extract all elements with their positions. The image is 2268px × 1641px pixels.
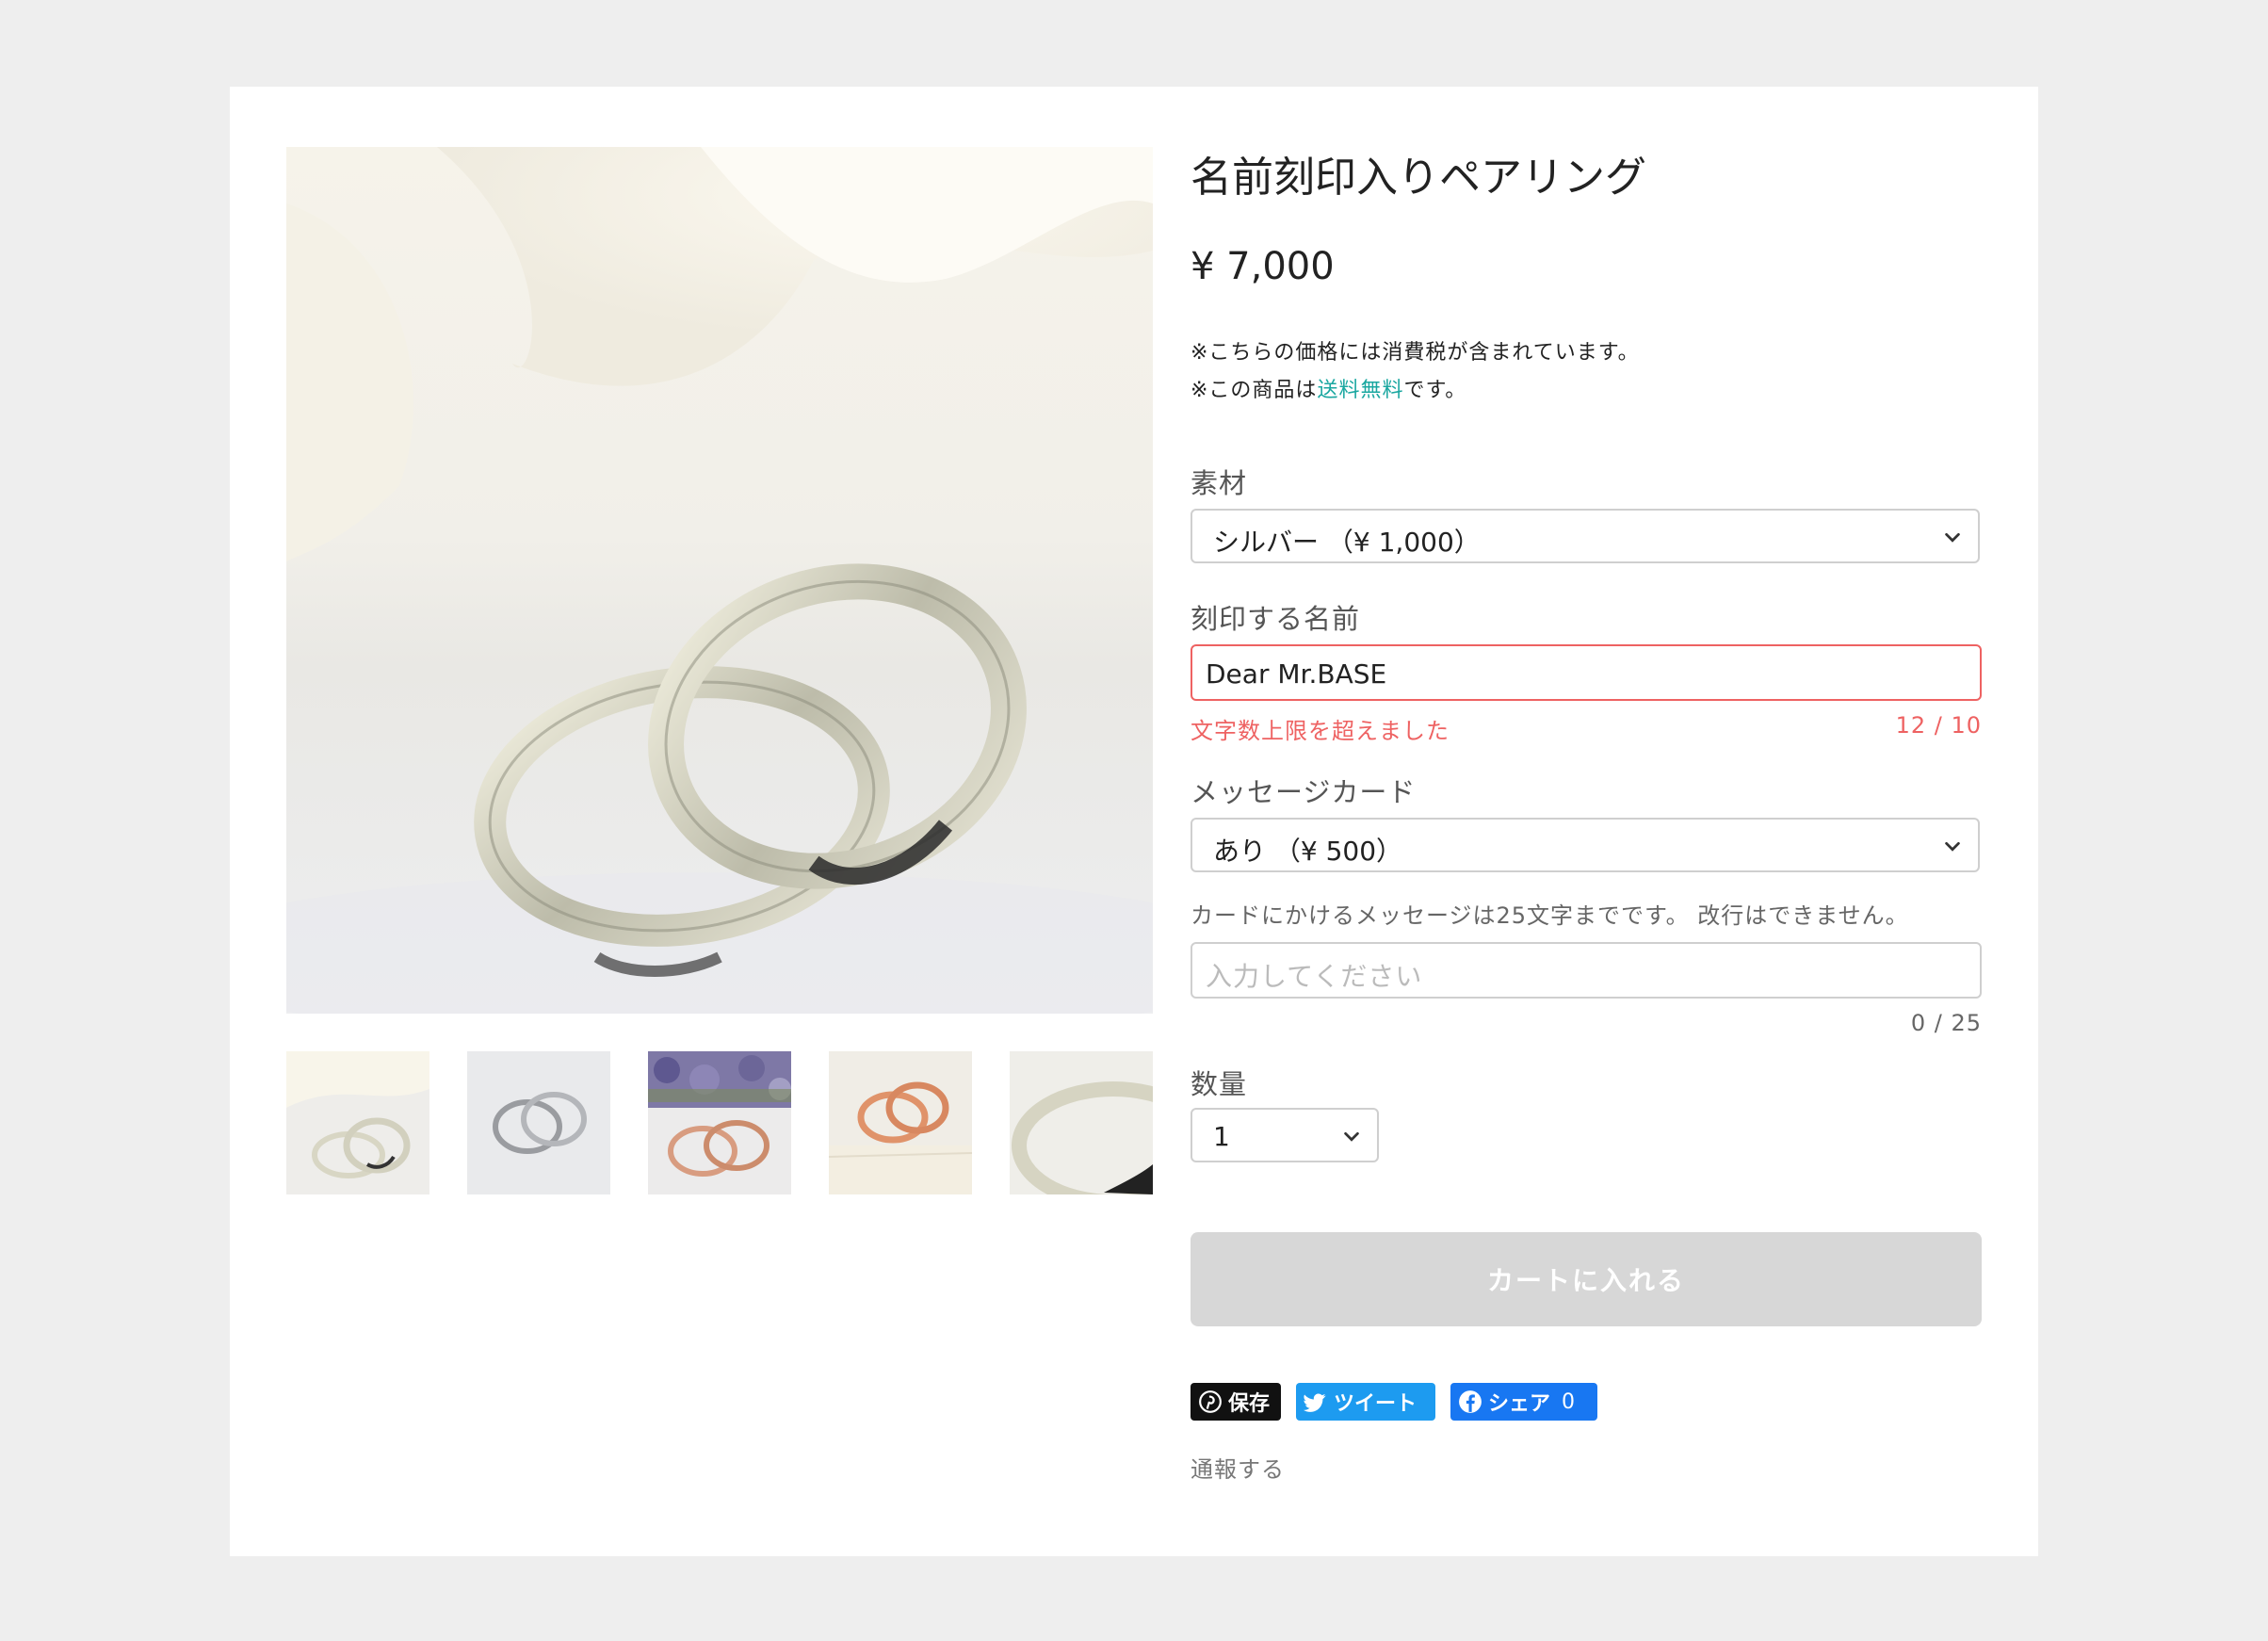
engraving-error-message: 文字数上限を超えました [1191, 718, 1450, 744]
quantity-label: 数量 [1191, 1068, 1248, 1100]
message-card-label: メッセージカード [1191, 776, 1417, 808]
quantity-select[interactable]: 1 [1191, 1108, 1379, 1162]
material-selected-value: シルバー （¥ 1,000） [1213, 527, 1481, 558]
material-label: 素材 [1191, 467, 1248, 499]
product-title: 名前刻印入りペアリング [1191, 154, 1646, 202]
pinterest-save-button[interactable]: 保存 [1191, 1383, 1281, 1421]
thumbnail-5[interactable] [1010, 1051, 1153, 1194]
shipping-suffix: です。 [1403, 379, 1467, 402]
quantity-selected-value: 1 [1213, 1121, 1230, 1152]
chevron-down-icon [1344, 1131, 1359, 1142]
engraving-name-value: Dear Mr.BASE [1206, 658, 1387, 690]
tweet-label: ツイート [1334, 1392, 1418, 1416]
engraving-char-counter: 12 / 10 [1895, 712, 1982, 739]
report-link[interactable]: 通報する [1191, 1451, 1285, 1484]
thumbnail-strip [286, 1051, 1153, 1194]
chevron-down-icon [1945, 841, 1960, 852]
card-message-char-counter: 0 / 25 [1910, 1010, 1982, 1036]
shipping-note: ※この商品は送料無料です。 [1191, 373, 1466, 403]
shipping-prefix: ※この商品は [1191, 379, 1318, 402]
product-price: ¥ 7,000 [1191, 245, 1335, 288]
thumbnail-1[interactable] [286, 1051, 429, 1194]
product-card: 名前刻印入りペアリング ¥ 7,000 ※こちらの価格には消費税が含まれています… [230, 87, 2038, 1556]
thumbnail-2[interactable] [467, 1051, 610, 1194]
thumbnail-3[interactable] [648, 1051, 791, 1194]
facebook-share-button[interactable]: シェア 0 [1450, 1383, 1597, 1421]
material-select[interactable]: シルバー （¥ 1,000） [1191, 509, 1980, 563]
pinterest-icon [1199, 1390, 1222, 1413]
facebook-share-count: 0 [1562, 1389, 1576, 1414]
message-card-selected-value: あり （¥ 500） [1213, 836, 1403, 867]
main-product-image [286, 147, 1153, 1014]
free-shipping-highlight: 送料無料 [1317, 379, 1404, 402]
card-message-input[interactable]: 入力してください [1191, 942, 1982, 999]
add-to-cart-button[interactable]: カートに入れる [1191, 1232, 1982, 1326]
twitter-bird-icon [1304, 1393, 1326, 1412]
pinterest-save-label: 保存 [1228, 1392, 1271, 1416]
engraving-label: 刻印する名前 [1191, 603, 1361, 635]
tweet-button[interactable]: ツイート [1296, 1383, 1435, 1421]
chevron-down-icon [1945, 532, 1960, 543]
facebook-share-label: シェア [1488, 1392, 1551, 1416]
tax-note: ※こちらの価格には消費税が含まれています。 [1191, 341, 1640, 365]
facebook-icon [1459, 1390, 1482, 1413]
card-message-hint: カードにかけるメッセージは25文字までです。 改行はできません。 [1191, 902, 1909, 929]
message-card-select[interactable]: あり （¥ 500） [1191, 818, 1980, 872]
card-message-placeholder: 入力してください [1206, 961, 1423, 992]
thumbnail-4[interactable] [829, 1051, 972, 1194]
engraving-name-input[interactable]: Dear Mr.BASE [1191, 644, 1982, 701]
